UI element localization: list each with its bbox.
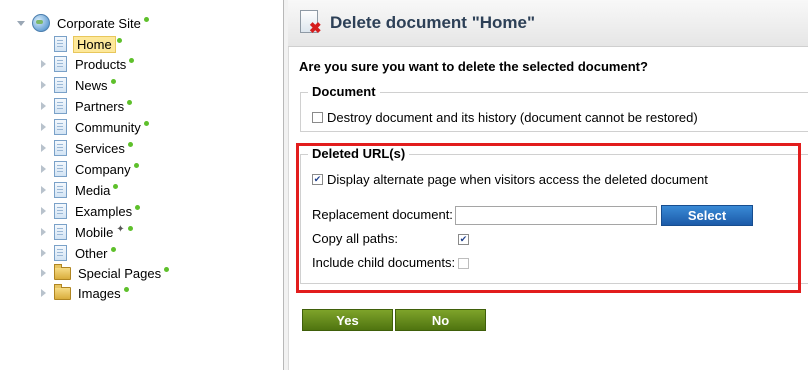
tree-root-corporate-site[interactable]: Corporate Site bbox=[16, 14, 149, 32]
published-status-icon bbox=[129, 57, 135, 63]
expand-arrow-icon[interactable] bbox=[38, 122, 48, 132]
expand-arrow-icon[interactable] bbox=[38, 164, 48, 174]
tree-item-special-pages[interactable]: Special Pages bbox=[38, 263, 170, 282]
no-button[interactable]: No bbox=[395, 309, 486, 331]
content-tree: Corporate Site Home Products News Partne… bbox=[0, 0, 282, 370]
highlight-box bbox=[296, 143, 801, 293]
tree-root-label: Corporate Site bbox=[57, 15, 141, 31]
expand-arrow-icon[interactable] bbox=[38, 143, 48, 153]
tree-item-news[interactable]: News bbox=[38, 76, 116, 94]
document-icon bbox=[54, 161, 67, 177]
tree-item-label: News bbox=[75, 77, 108, 93]
tree-item-label: Examples bbox=[75, 203, 133, 219]
document-icon bbox=[54, 203, 67, 219]
published-status-icon bbox=[164, 266, 170, 272]
delete-document-icon: ✖ bbox=[300, 10, 322, 36]
document-icon bbox=[54, 245, 67, 261]
published-status-icon bbox=[116, 37, 122, 43]
tree-item-label: Other bbox=[75, 245, 108, 261]
tree-item-other[interactable]: Other bbox=[38, 244, 116, 262]
page-title: Delete document "Home" bbox=[330, 13, 536, 32]
expand-arrow-icon[interactable] bbox=[38, 80, 48, 90]
tree-item-mobile[interactable]: Mobile ✦ bbox=[38, 223, 133, 241]
tree-item-label: Special Pages bbox=[78, 265, 162, 281]
expand-arrow-icon[interactable] bbox=[38, 59, 48, 69]
expand-arrow-icon[interactable] bbox=[38, 227, 48, 237]
document-icon bbox=[54, 98, 67, 114]
published-status-icon bbox=[127, 99, 133, 105]
published-status-icon bbox=[110, 246, 116, 252]
yes-button[interactable]: Yes bbox=[302, 309, 393, 331]
published-status-icon bbox=[113, 183, 119, 189]
linked-document-icon: ✦ bbox=[116, 223, 125, 235]
tree-item-label: Home bbox=[73, 35, 116, 53]
expand-arrow-icon[interactable] bbox=[38, 288, 48, 298]
tree-item-label: Services bbox=[75, 140, 125, 156]
tree-item-label: Mobile bbox=[75, 224, 114, 240]
published-status-icon bbox=[123, 286, 129, 292]
published-status-icon bbox=[110, 78, 116, 84]
published-status-icon bbox=[143, 120, 149, 126]
tree-item-examples[interactable]: Examples bbox=[38, 202, 141, 220]
tree-item-media[interactable]: Media bbox=[38, 181, 119, 199]
document-legend: Document bbox=[308, 84, 380, 99]
dialog-header: ✖ Delete document "Home" bbox=[288, 0, 808, 47]
destroy-history-row: Destroy document and its history (docume… bbox=[312, 110, 698, 125]
tree-item-home[interactable]: Home bbox=[54, 35, 122, 53]
document-icon bbox=[54, 77, 67, 93]
tree-item-label: Products bbox=[75, 56, 127, 72]
tree-item-products[interactable]: Products bbox=[38, 55, 135, 73]
document-icon bbox=[54, 36, 67, 52]
tree-item-partners[interactable]: Partners bbox=[38, 97, 133, 115]
published-status-icon bbox=[135, 204, 141, 210]
tree-item-label: Company bbox=[75, 161, 131, 177]
tree-item-label: Media bbox=[75, 182, 111, 198]
tree-item-label: Partners bbox=[75, 98, 125, 114]
expand-arrow-icon[interactable] bbox=[38, 248, 48, 258]
expand-arrow-icon[interactable] bbox=[38, 206, 48, 216]
confirmation-question: Are you sure you want to delete the sele… bbox=[299, 59, 648, 74]
document-icon bbox=[54, 56, 67, 72]
folder-icon bbox=[54, 263, 71, 280]
published-status-icon bbox=[143, 16, 149, 22]
document-icon bbox=[54, 182, 67, 198]
folder-icon bbox=[54, 283, 71, 300]
expand-arrow-icon[interactable] bbox=[38, 185, 48, 195]
tree-item-community[interactable]: Community bbox=[38, 118, 149, 136]
tree-item-company[interactable]: Company bbox=[38, 160, 139, 178]
tree-item-label: Images bbox=[78, 285, 121, 301]
tree-item-label: Community bbox=[75, 119, 141, 135]
document-icon bbox=[54, 119, 67, 135]
destroy-history-checkbox[interactable] bbox=[312, 112, 323, 123]
tree-item-services[interactable]: Services bbox=[38, 139, 133, 157]
globe-icon bbox=[32, 14, 50, 32]
document-icon bbox=[54, 224, 67, 240]
document-icon bbox=[54, 140, 67, 156]
published-status-icon bbox=[127, 225, 133, 231]
collapse-arrow-icon[interactable] bbox=[16, 18, 26, 28]
published-status-icon bbox=[127, 141, 133, 147]
tree-item-images[interactable]: Images bbox=[38, 283, 129, 302]
published-status-icon bbox=[133, 162, 139, 168]
destroy-history-label[interactable]: Destroy document and its history (docume… bbox=[327, 110, 698, 125]
expand-arrow-icon[interactable] bbox=[38, 101, 48, 111]
expand-arrow-icon[interactable] bbox=[38, 268, 48, 278]
